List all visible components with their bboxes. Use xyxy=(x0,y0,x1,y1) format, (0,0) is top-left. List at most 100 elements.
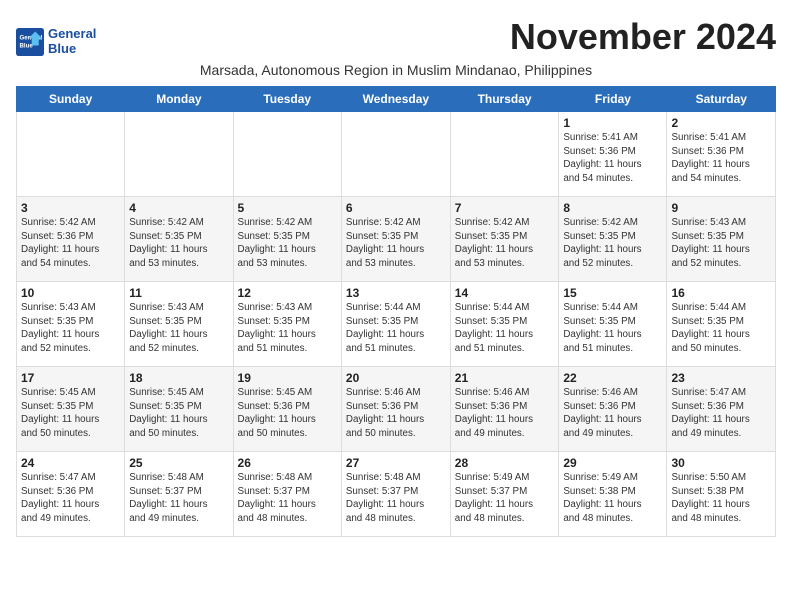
day-info: Sunrise: 5:49 AM Sunset: 5:38 PM Dayligh… xyxy=(563,471,662,526)
day-number: 25 xyxy=(129,456,228,470)
week-row-1: 3Sunrise: 5:42 AM Sunset: 5:36 PM Daylig… xyxy=(17,197,776,282)
week-row-4: 24Sunrise: 5:47 AM Sunset: 5:36 PM Dayli… xyxy=(17,452,776,537)
day-number: 26 xyxy=(238,456,337,470)
day-number: 7 xyxy=(455,201,555,215)
day-info: Sunrise: 5:42 AM Sunset: 5:35 PM Dayligh… xyxy=(563,216,662,271)
day-cell: 12Sunrise: 5:43 AM Sunset: 5:35 PM Dayli… xyxy=(233,282,341,367)
day-number: 4 xyxy=(129,201,228,215)
day-cell: 24Sunrise: 5:47 AM Sunset: 5:36 PM Dayli… xyxy=(17,452,125,537)
day-cell xyxy=(341,112,450,197)
day-cell: 28Sunrise: 5:49 AM Sunset: 5:37 PM Dayli… xyxy=(450,452,559,537)
day-info: Sunrise: 5:42 AM Sunset: 5:35 PM Dayligh… xyxy=(129,216,228,271)
day-number: 6 xyxy=(346,201,446,215)
month-title: November 2024 xyxy=(510,16,776,58)
day-number: 3 xyxy=(21,201,120,215)
day-info: Sunrise: 5:44 AM Sunset: 5:35 PM Dayligh… xyxy=(671,301,771,356)
day-number: 24 xyxy=(21,456,120,470)
week-row-0: 1Sunrise: 5:41 AM Sunset: 5:36 PM Daylig… xyxy=(17,112,776,197)
day-number: 10 xyxy=(21,286,120,300)
day-info: Sunrise: 5:45 AM Sunset: 5:35 PM Dayligh… xyxy=(129,386,228,441)
week-row-2: 10Sunrise: 5:43 AM Sunset: 5:35 PM Dayli… xyxy=(17,282,776,367)
day-cell: 9Sunrise: 5:43 AM Sunset: 5:35 PM Daylig… xyxy=(667,197,776,282)
day-number: 13 xyxy=(346,286,446,300)
day-cell: 17Sunrise: 5:45 AM Sunset: 5:35 PM Dayli… xyxy=(17,367,125,452)
day-cell: 23Sunrise: 5:47 AM Sunset: 5:36 PM Dayli… xyxy=(667,367,776,452)
day-cell xyxy=(450,112,559,197)
day-cell: 19Sunrise: 5:45 AM Sunset: 5:36 PM Dayli… xyxy=(233,367,341,452)
day-cell: 25Sunrise: 5:48 AM Sunset: 5:37 PM Dayli… xyxy=(125,452,233,537)
day-number: 19 xyxy=(238,371,337,385)
day-cell: 30Sunrise: 5:50 AM Sunset: 5:38 PM Dayli… xyxy=(667,452,776,537)
day-number: 20 xyxy=(346,371,446,385)
day-cell: 8Sunrise: 5:42 AM Sunset: 5:35 PM Daylig… xyxy=(559,197,667,282)
day-info: Sunrise: 5:42 AM Sunset: 5:35 PM Dayligh… xyxy=(455,216,555,271)
day-info: Sunrise: 5:46 AM Sunset: 5:36 PM Dayligh… xyxy=(455,386,555,441)
day-cell: 7Sunrise: 5:42 AM Sunset: 5:35 PM Daylig… xyxy=(450,197,559,282)
day-cell: 11Sunrise: 5:43 AM Sunset: 5:35 PM Dayli… xyxy=(125,282,233,367)
day-number: 8 xyxy=(563,201,662,215)
calendar-table: SundayMondayTuesdayWednesdayThursdayFrid… xyxy=(16,86,776,537)
day-cell: 29Sunrise: 5:49 AM Sunset: 5:38 PM Dayli… xyxy=(559,452,667,537)
day-info: Sunrise: 5:42 AM Sunset: 5:36 PM Dayligh… xyxy=(21,216,120,271)
day-number: 16 xyxy=(671,286,771,300)
calendar-header: SundayMondayTuesdayWednesdayThursdayFrid… xyxy=(17,87,776,112)
header-friday: Friday xyxy=(559,87,667,112)
day-info: Sunrise: 5:41 AM Sunset: 5:36 PM Dayligh… xyxy=(563,131,662,186)
week-row-3: 17 Sunrise: 5:45 AM Sunset: 5:35 PM Dayli… xyxy=(17,367,776,452)
day-info: Sunrise: 5:44 AM Sunset: 5:35 PM Dayligh… xyxy=(563,301,662,356)
day-info: Sunrise: 5:46 AM Sunset: 5:36 PM Dayligh… xyxy=(563,386,662,441)
day-info: Sunrise: 5:43 AM Sunset: 5:35 PM Dayligh… xyxy=(129,301,228,356)
day-number: 15 xyxy=(563,286,662,300)
day-number: 1 xyxy=(563,116,662,130)
day-number: 30 xyxy=(671,456,771,470)
day-info: Sunrise: 5:43 AM Sunset: 5:35 PM Dayligh… xyxy=(238,301,337,356)
day-cell: 6Sunrise: 5:42 AM Sunset: 5:35 PM Daylig… xyxy=(341,197,450,282)
location-title: Marsada, Autonomous Region in Muslim Min… xyxy=(16,62,776,78)
day-cell: 20Sunrise: 5:46 AM Sunset: 5:36 PM Dayli… xyxy=(341,367,450,452)
calendar-body: 1Sunrise: 5:41 AM Sunset: 5:36 PM Daylig… xyxy=(17,112,776,537)
day-info: Sunrise: 5:46 AM Sunset: 5:36 PM Dayligh… xyxy=(346,386,446,441)
day-info: Sunrise: 5:41 AM Sunset: 5:36 PM Dayligh… xyxy=(671,131,771,186)
day-number: 18 xyxy=(129,371,228,385)
day-info: Sunrise: 5:42 AM Sunset: 5:35 PM Dayligh… xyxy=(346,216,446,271)
day-info: Sunrise: 5:45 AM Sunset: 5:36 PM Dayligh… xyxy=(238,386,337,441)
day-number: 17 xyxy=(21,371,120,385)
day-info: Sunrise: 5:47 AM Sunset: 5:36 PM Dayligh… xyxy=(671,386,771,441)
day-cell: 21Sunrise: 5:46 AM Sunset: 5:36 PM Dayli… xyxy=(450,367,559,452)
day-info: Sunrise: 5:43 AM Sunset: 5:35 PM Dayligh… xyxy=(671,216,771,271)
day-cell: 3Sunrise: 5:42 AM Sunset: 5:36 PM Daylig… xyxy=(17,197,125,282)
header-wednesday: Wednesday xyxy=(341,87,450,112)
day-number: 12 xyxy=(238,286,337,300)
day-cell xyxy=(125,112,233,197)
day-info: Sunrise: 5:43 AM Sunset: 5:35 PM Dayligh… xyxy=(21,301,120,356)
logo-line2: Blue xyxy=(48,42,96,56)
header-monday: Monday xyxy=(125,87,233,112)
day-cell: 2Sunrise: 5:41 AM Sunset: 5:36 PM Daylig… xyxy=(667,112,776,197)
day-number: 11 xyxy=(129,286,228,300)
day-info: Sunrise: 5:44 AM Sunset: 5:35 PM Dayligh… xyxy=(346,301,446,356)
day-number: 9 xyxy=(671,201,771,215)
day-cell xyxy=(17,112,125,197)
day-cell: 5Sunrise: 5:42 AM Sunset: 5:35 PM Daylig… xyxy=(233,197,341,282)
day-cell: 15Sunrise: 5:44 AM Sunset: 5:35 PM Dayli… xyxy=(559,282,667,367)
logo-icon: General Blue xyxy=(16,28,44,56)
day-number: 28 xyxy=(455,456,555,470)
day-cell: 16Sunrise: 5:44 AM Sunset: 5:35 PM Dayli… xyxy=(667,282,776,367)
day-number: 2 xyxy=(671,116,771,130)
logo-line1: General xyxy=(48,27,96,41)
header-thursday: Thursday xyxy=(450,87,559,112)
header-saturday: Saturday xyxy=(667,87,776,112)
day-cell: 27Sunrise: 5:48 AM Sunset: 5:37 PM Dayli… xyxy=(341,452,450,537)
day-info: Sunrise: 5:49 AM Sunset: 5:37 PM Dayligh… xyxy=(455,471,555,526)
day-cell: 26Sunrise: 5:48 AM Sunset: 5:37 PM Dayli… xyxy=(233,452,341,537)
day-number: 29 xyxy=(563,456,662,470)
day-number: 21 xyxy=(455,371,555,385)
day-cell xyxy=(233,112,341,197)
day-info: Sunrise: 5:47 AM Sunset: 5:36 PM Dayligh… xyxy=(21,471,120,526)
day-number: 27 xyxy=(346,456,446,470)
svg-text:Blue: Blue xyxy=(20,42,34,49)
day-cell: 14Sunrise: 5:44 AM Sunset: 5:35 PM Dayli… xyxy=(450,282,559,367)
day-info: Sunrise: 5:42 AM Sunset: 5:35 PM Dayligh… xyxy=(238,216,337,271)
day-info: Sunrise: 5:48 AM Sunset: 5:37 PM Dayligh… xyxy=(129,471,228,526)
day-info: Sunrise: 5:48 AM Sunset: 5:37 PM Dayligh… xyxy=(346,471,446,526)
